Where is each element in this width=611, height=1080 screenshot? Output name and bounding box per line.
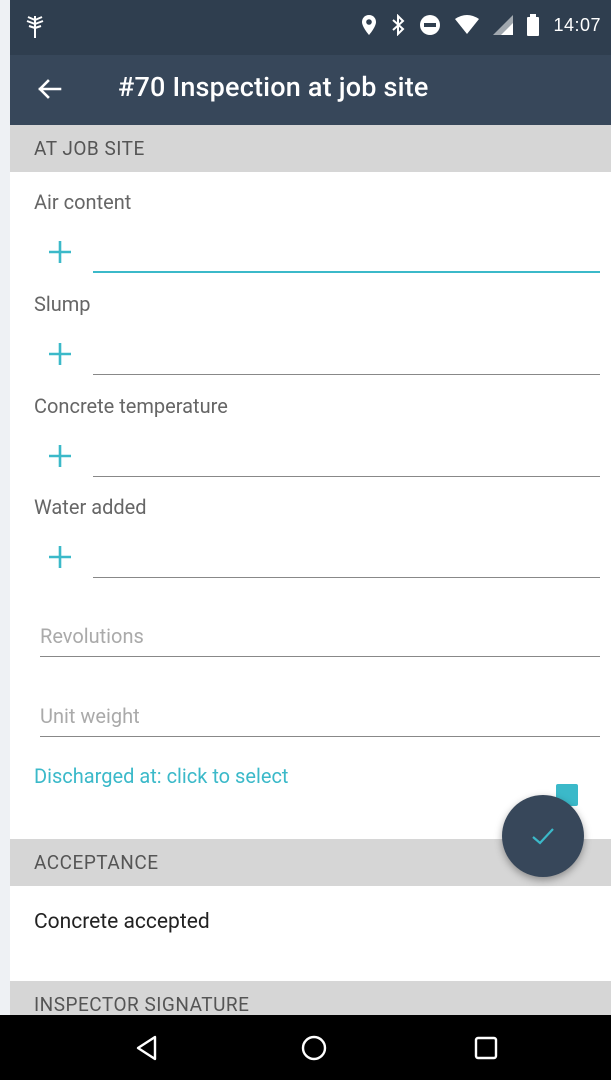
air-content-label: Air content bbox=[34, 190, 132, 214]
left-edge-strip bbox=[0, 0, 10, 1080]
battery-icon bbox=[527, 14, 540, 36]
signal-icon bbox=[493, 15, 514, 35]
concrete-accepted-label: Concrete accepted bbox=[34, 910, 210, 934]
slump-input[interactable] bbox=[93, 374, 600, 375]
add-concrete-temperature-plus-icon[interactable] bbox=[46, 442, 74, 470]
add-slump-plus-icon[interactable] bbox=[46, 340, 74, 368]
status-time: 14:07 bbox=[553, 14, 601, 35]
section-title: AT JOB SITE bbox=[34, 137, 145, 160]
save-fab-button[interactable] bbox=[502, 795, 584, 877]
revolutions-input-placeholder[interactable]: Revolutions bbox=[40, 624, 144, 648]
water-added-input[interactable] bbox=[93, 577, 600, 578]
location-icon bbox=[362, 15, 377, 35]
system-navigation-bar bbox=[0, 1015, 611, 1080]
form-content: AT JOB SITE Air content Slump Concrete t… bbox=[10, 125, 611, 1028]
unit-weight-input-placeholder[interactable]: Unit weight bbox=[40, 704, 140, 728]
add-air-content-plus-icon[interactable] bbox=[46, 238, 74, 266]
arrow-back-icon[interactable] bbox=[34, 73, 66, 105]
back-triangle-icon[interactable] bbox=[133, 1033, 163, 1063]
slump-label: Slump bbox=[34, 292, 91, 316]
revolutions-input[interactable] bbox=[40, 656, 600, 657]
section-title: INSPECTOR SIGNATURE bbox=[34, 993, 250, 1016]
unit-weight-input[interactable] bbox=[40, 736, 600, 737]
concrete-temperature-input[interactable] bbox=[93, 476, 600, 477]
page-title: #70 Inspection at job site bbox=[118, 71, 429, 103]
do-not-disturb-icon bbox=[420, 15, 441, 35]
status-bar: 14:07 bbox=[10, 0, 611, 55]
bluetooth-icon bbox=[392, 14, 405, 36]
water-added-label: Water added bbox=[34, 495, 147, 519]
home-circle-icon[interactable] bbox=[299, 1033, 329, 1063]
check-icon bbox=[532, 828, 554, 845]
app-screen: 14:07 #70 Inspection at job site AT JOB … bbox=[0, 0, 611, 1080]
tree-notification-icon bbox=[24, 14, 46, 44]
recents-square-icon[interactable] bbox=[471, 1033, 501, 1063]
discharged-at-select-link[interactable]: Discharged at: click to select bbox=[34, 764, 288, 788]
section-title: ACCEPTANCE bbox=[34, 851, 159, 874]
status-icons: 14:07 bbox=[361, 14, 601, 36]
section-header-at-job-site: AT JOB SITE bbox=[10, 125, 611, 172]
wifi-icon bbox=[455, 15, 480, 34]
app-bar: #70 Inspection at job site bbox=[10, 55, 611, 125]
concrete-temperature-label: Concrete temperature bbox=[34, 394, 228, 418]
add-water-added-plus-icon[interactable] bbox=[46, 543, 74, 571]
air-content-input[interactable] bbox=[93, 271, 600, 273]
